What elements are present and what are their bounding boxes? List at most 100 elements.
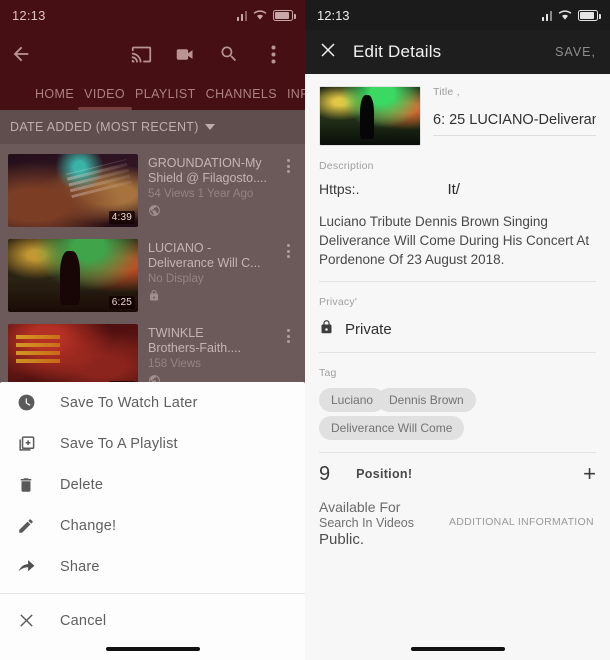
menu-item-label: Delete	[60, 476, 104, 493]
description-label: Description	[319, 160, 374, 172]
status-clock: 12:13	[317, 7, 350, 23]
signal-bars-icon	[236, 10, 247, 21]
menu-item-change[interactable]: Change!	[0, 505, 305, 546]
home-indicator	[105, 647, 200, 651]
playlist-tab-bar[interactable]: HOME VIDEO PLAYLIST CHANNELS INFOR	[0, 78, 305, 110]
additional-information-label[interactable]: ADDITIONAL INFORMATION	[449, 499, 594, 528]
video-duration: 6:25	[108, 296, 135, 309]
list-item[interactable]: 6:25 LUCIANO - Deliverance Will C... No …	[0, 233, 305, 318]
description-body: Luciano Tribute Dennis Brown Singing Del…	[319, 214, 590, 267]
list-item[interactable]: 4:39 GROUNDATION-My Shield @ Filagosto..…	[0, 148, 305, 233]
tag-chip[interactable]: Luciano	[319, 388, 386, 412]
privacy-section[interactable]: Privacy' Private	[305, 282, 610, 353]
close-icon[interactable]	[319, 41, 337, 64]
menu-item-delete[interactable]: Delete	[0, 464, 305, 505]
availability-text: Available For Search In Videos Public.	[319, 499, 439, 549]
lock-icon	[319, 319, 334, 340]
pencil-icon	[14, 517, 38, 535]
tag-chip[interactable]: Deliverance Will Come	[319, 416, 465, 440]
video-title-line2: Brothers-Faith....	[148, 341, 242, 355]
more-vertical-icon[interactable]	[279, 154, 297, 173]
privacy-value-row[interactable]: Private	[319, 319, 596, 340]
tags-label: Tag	[319, 367, 337, 379]
tab-video[interactable]: VIDEO	[79, 87, 130, 101]
page-title: Edit Details	[353, 42, 442, 61]
video-meta: LUCIANO - Deliverance Will C... No Displ…	[148, 239, 269, 307]
tab-information[interactable]: INFOR	[282, 87, 305, 101]
signal-bars-icon	[541, 10, 552, 21]
title-field-label: Title ,	[433, 86, 460, 98]
tag-chip-list: Luciano Dennis Brown Deliverance Will Co…	[319, 388, 596, 440]
position-label: Position!	[356, 467, 413, 481]
position-number: 9	[319, 462, 331, 485]
menu-item-label: Share	[60, 558, 100, 575]
menu-item-cancel[interactable]: Cancel	[0, 600, 305, 641]
status-bar: 12:13	[305, 0, 610, 30]
edit-details-app-bar: Edit Details SAVE,	[305, 30, 610, 74]
back-arrow-icon[interactable]	[10, 43, 50, 65]
save-button[interactable]: SAVE,	[555, 45, 596, 59]
tab-playlist[interactable]: PLAYLIST	[130, 87, 201, 101]
status-icons	[236, 9, 296, 21]
clock-icon	[14, 393, 38, 412]
left-screen-youtube-playlist: 12:13 HOME VIDEO PLAYLIST CHANNELS INF D…	[0, 0, 305, 660]
title-field-value: LUCIANO-Deliverance Will...	[469, 112, 596, 128]
video-thumbnail[interactable]: 4:39	[8, 154, 138, 227]
cast-icon[interactable]	[119, 44, 163, 65]
video-duration: 4:39	[108, 211, 135, 224]
tab-channels[interactable]: CHANNELS	[201, 87, 282, 101]
search-icon[interactable]	[207, 44, 251, 64]
video-meta: GROUNDATION-My Shield @ Filagosto.... 54…	[148, 154, 269, 222]
video-camera-icon[interactable]	[163, 44, 207, 65]
dual-screenshot: 12:13 HOME VIDEO PLAYLIST CHANNELS INF D…	[0, 0, 610, 660]
wifi-icon	[558, 9, 572, 20]
menu-item-share[interactable]: Share	[0, 546, 305, 587]
video-title-line1: GROUNDATION-My	[148, 156, 262, 170]
more-vertical-icon[interactable]	[279, 239, 297, 258]
field-underline	[433, 135, 596, 136]
more-vertical-icon[interactable]	[279, 324, 297, 343]
youtube-app-bar	[0, 30, 305, 78]
menu-item-save-to-watch-later[interactable]: Save To Watch Later	[0, 382, 305, 423]
right-screen-edit-details: 12:13 Edit Details SAVE, Title , 6: 25 L…	[305, 0, 610, 660]
tag-chip[interactable]: Dennis Brown	[377, 388, 476, 412]
menu-item-save-to-a-playlist[interactable]: Save To A Playlist	[0, 423, 305, 464]
video-title-line2: Shield @ Filagosto....	[148, 171, 267, 185]
home-indicator	[410, 647, 505, 651]
video-subtitle: 54 Views 1 Year Ago	[148, 188, 254, 200]
edit-details-form: Title , 6: 25 LUCIANO-Deliverance Will..…	[305, 74, 610, 660]
tags-section[interactable]: Tag Luciano Dennis Brown Deliverance Wil…	[305, 353, 610, 453]
tab-home[interactable]: HOME	[30, 87, 79, 101]
video-duration: 6: 25	[433, 112, 466, 128]
menu-item-label: Cancel	[60, 612, 107, 629]
battery-icon	[273, 9, 296, 21]
tab-selection-indicator	[78, 107, 132, 110]
wifi-icon	[253, 9, 267, 20]
sort-label: DATE ADDED (MOST RECENT)	[10, 120, 199, 134]
more-vertical-icon[interactable]	[251, 45, 295, 64]
sort-control[interactable]: DATE ADDED (MOST RECENT)	[0, 110, 305, 144]
share-arrow-icon	[14, 557, 38, 576]
availability-line-3: Public.	[319, 531, 365, 548]
position-row[interactable]: 9 Position! +	[305, 453, 610, 495]
privacy-value: Private	[345, 321, 392, 338]
video-title-line2: Deliverance Will C...	[148, 256, 261, 270]
menu-divider	[0, 593, 305, 594]
availability-line-1: Available For	[319, 499, 401, 515]
status-icons	[541, 9, 601, 21]
title-field-value-row: 6: 25 LUCIANO-Deliverance Will...	[433, 112, 596, 128]
globe-icon	[148, 204, 269, 222]
video-title-line1: LUCIANO -	[148, 241, 212, 255]
plus-icon[interactable]: +	[583, 463, 596, 485]
video-title-line1: TWINKLE	[148, 326, 204, 340]
menu-item-label: Change!	[60, 517, 117, 534]
title-section: Title , 6: 25 LUCIANO-Deliverance Will..…	[305, 74, 610, 146]
video-subtitle: No Display	[148, 273, 204, 285]
menu-item-label: Save To Watch Later	[60, 394, 198, 411]
video-thumbnail[interactable]	[319, 86, 421, 146]
description-section[interactable]: Description Https:. It/ Luciano Tribute …	[305, 146, 610, 282]
video-thumbnail[interactable]: 6:25	[8, 239, 138, 312]
title-field[interactable]: Title , 6: 25 LUCIANO-Deliverance Will..…	[433, 86, 596, 136]
trash-icon	[14, 476, 38, 494]
bottom-sheet-menu: Save To Watch Later Save To A Playlist D…	[0, 382, 305, 660]
